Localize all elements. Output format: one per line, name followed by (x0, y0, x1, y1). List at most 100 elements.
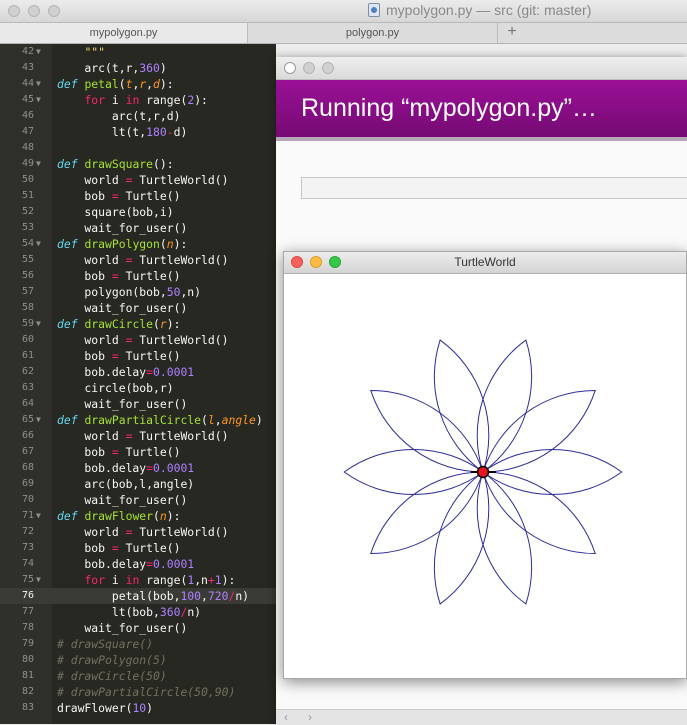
editor-titlebar: mypolygon.py — src (git: master) (0, 0, 687, 23)
flower-drawing (343, 339, 623, 605)
code-line[interactable]: 65 ▼ def drawPartialCircle(l,angle) (0, 412, 276, 428)
code-line[interactable]: 48 (0, 140, 276, 156)
line-number: 59 (21, 318, 34, 329)
code-line[interactable]: 44 ▼ def petal(t,r,d): (0, 76, 276, 92)
line-number: 61 (21, 350, 34, 361)
code-line[interactable]: 54 ▼ def drawPolygon(n): (0, 236, 276, 252)
new-tab-button[interactable]: + (500, 23, 524, 43)
line-number: 46 (21, 110, 34, 121)
code-line[interactable]: 45 ▼ for i in range(2): (0, 92, 276, 108)
code-editor[interactable]: 42 ▼ """ 43 arc(t,r,360) 44 ▼ def petal(t,r,d… (0, 44, 276, 724)
code-line[interactable]: 51 bob = Turtle() (0, 188, 276, 204)
fold-arrow-icon[interactable]: ▼ (36, 508, 41, 524)
minimize-window-button[interactable] (28, 5, 40, 17)
code-text: circle(bob,r) (57, 381, 174, 395)
line-number: 43 (21, 62, 34, 73)
code-line[interactable]: 67 bob = Turtle() (0, 444, 276, 460)
line-number: 47 (21, 126, 34, 137)
zoom-window-button[interactable] (48, 5, 60, 17)
code-line[interactable]: 64 wait_for_user() (0, 396, 276, 412)
fold-arrow-icon[interactable]: ▼ (36, 316, 41, 332)
code-text: # drawPolygon(5) (57, 653, 167, 667)
code-text: world = TurtleWorld() (57, 525, 229, 539)
code-line[interactable]: 42 ▼ """ (0, 44, 276, 60)
code-line[interactable]: 79 # drawSquare() (0, 636, 276, 652)
code-line[interactable]: 70 wait_for_user() (0, 492, 276, 508)
flower-petal (370, 471, 484, 555)
code-line[interactable]: 73 bob = Turtle() (0, 540, 276, 556)
code-line[interactable]: 60 world = TurtleWorld() (0, 332, 276, 348)
code-text: for i in range(1,n+1): (84, 573, 236, 587)
line-number: 81 (21, 670, 34, 681)
code-text: arc(t,r,d) (57, 109, 181, 123)
back-button[interactable]: ‹ (284, 710, 288, 724)
code-text: world = TurtleWorld() (57, 429, 229, 443)
zoom-window-button[interactable] (322, 62, 334, 74)
forward-button[interactable]: › (308, 710, 312, 724)
code-text: bob = Turtle() (57, 189, 181, 203)
close-window-button[interactable] (284, 62, 296, 74)
code-line[interactable]: 61 bob = Turtle() (0, 348, 276, 364)
code-line[interactable]: 83 drawFlower(10) (0, 700, 276, 716)
code-line[interactable]: 57 polygon(bob,50,n) (0, 284, 276, 300)
code-line[interactable]: 53 wait_for_user() (0, 220, 276, 236)
line-number: 52 (21, 206, 34, 217)
code-text: bob = Turtle() (57, 541, 181, 555)
code-text: world = TurtleWorld() (57, 333, 229, 347)
code-line[interactable]: 76 petal(bob,100,720/n) (0, 588, 276, 604)
code-line[interactable]: 69 arc(bob,l,angle) (0, 476, 276, 492)
code-text: bob.delay=0.0001 (57, 365, 195, 379)
line-number: 80 (21, 654, 34, 665)
code-line[interactable]: 78 wait_for_user() (0, 620, 276, 636)
minimize-window-button[interactable] (303, 62, 315, 74)
fold-arrow-icon[interactable]: ▼ (36, 92, 41, 108)
line-number: 63 (21, 382, 34, 393)
code-line[interactable]: 58 wait_for_user() (0, 300, 276, 316)
line-number: 67 (21, 446, 34, 457)
line-number: 68 (21, 462, 34, 473)
code-line[interactable]: 46 arc(t,r,d) (0, 108, 276, 124)
tab-polygon[interactable]: polygon.py (248, 23, 498, 43)
code-line[interactable]: 49 ▼ def drawSquare(): (0, 156, 276, 172)
line-number: 56 (21, 270, 34, 281)
code-line[interactable]: 81 # drawCircle(50) (0, 668, 276, 684)
fold-arrow-icon[interactable]: ▼ (36, 156, 41, 172)
code-line[interactable]: 71 ▼ def drawFlower(n): (0, 508, 276, 524)
code-line[interactable]: 43 arc(t,r,360) (0, 60, 276, 76)
code-text: bob = Turtle() (57, 445, 181, 459)
code-line[interactable]: 80 # drawPolygon(5) (0, 652, 276, 668)
code-line[interactable]: 56 bob = Turtle() (0, 268, 276, 284)
code-line[interactable]: 77 lt(bob,360/n) (0, 604, 276, 620)
fold-arrow-icon[interactable]: ▼ (36, 412, 41, 428)
fold-arrow-icon[interactable]: ▼ (36, 236, 41, 252)
code-text: bob.delay=0.0001 (57, 557, 195, 571)
tab-mypolygon[interactable]: mypolygon.py (0, 23, 248, 43)
code-text: world = TurtleWorld() (57, 173, 229, 187)
code-line[interactable]: 50 world = TurtleWorld() (0, 172, 276, 188)
line-number: 50 (21, 174, 34, 185)
code-line[interactable]: 82 # drawPartialCircle(50,90) (0, 684, 276, 700)
code-line[interactable]: 75 ▼ for i in range(1,n+1): (0, 572, 276, 588)
run-banner-title: Running “mypolygon.py”… (301, 94, 597, 122)
line-number: 51 (21, 190, 34, 201)
line-number: 57 (21, 286, 34, 297)
fold-arrow-icon[interactable]: ▼ (36, 44, 41, 60)
close-window-button[interactable] (8, 5, 20, 17)
fold-arrow-icon[interactable]: ▼ (36, 76, 41, 92)
code-line[interactable]: 74 bob.delay=0.0001 (0, 556, 276, 572)
fold-arrow-icon[interactable]: ▼ (36, 572, 41, 588)
code-line[interactable]: 68 bob.delay=0.0001 (0, 460, 276, 476)
code-line[interactable]: 72 world = TurtleWorld() (0, 524, 276, 540)
code-line[interactable]: 52 square(bob,i) (0, 204, 276, 220)
code-line[interactable]: 59 ▼ def drawCircle(r): (0, 316, 276, 332)
code-text: bob = Turtle() (57, 269, 181, 283)
line-number: 76 (21, 590, 34, 601)
code-line[interactable]: 55 world = TurtleWorld() (0, 252, 276, 268)
code-line[interactable]: 47 lt(t,180-d) (0, 124, 276, 140)
line-number: 77 (21, 606, 34, 617)
code-line[interactable]: 66 world = TurtleWorld() (0, 428, 276, 444)
tab-label: mypolygon.py (89, 27, 158, 39)
code-line[interactable]: 62 bob.delay=0.0001 (0, 364, 276, 380)
code-line[interactable]: 63 circle(bob,r) (0, 380, 276, 396)
line-number: 69 (21, 478, 34, 489)
